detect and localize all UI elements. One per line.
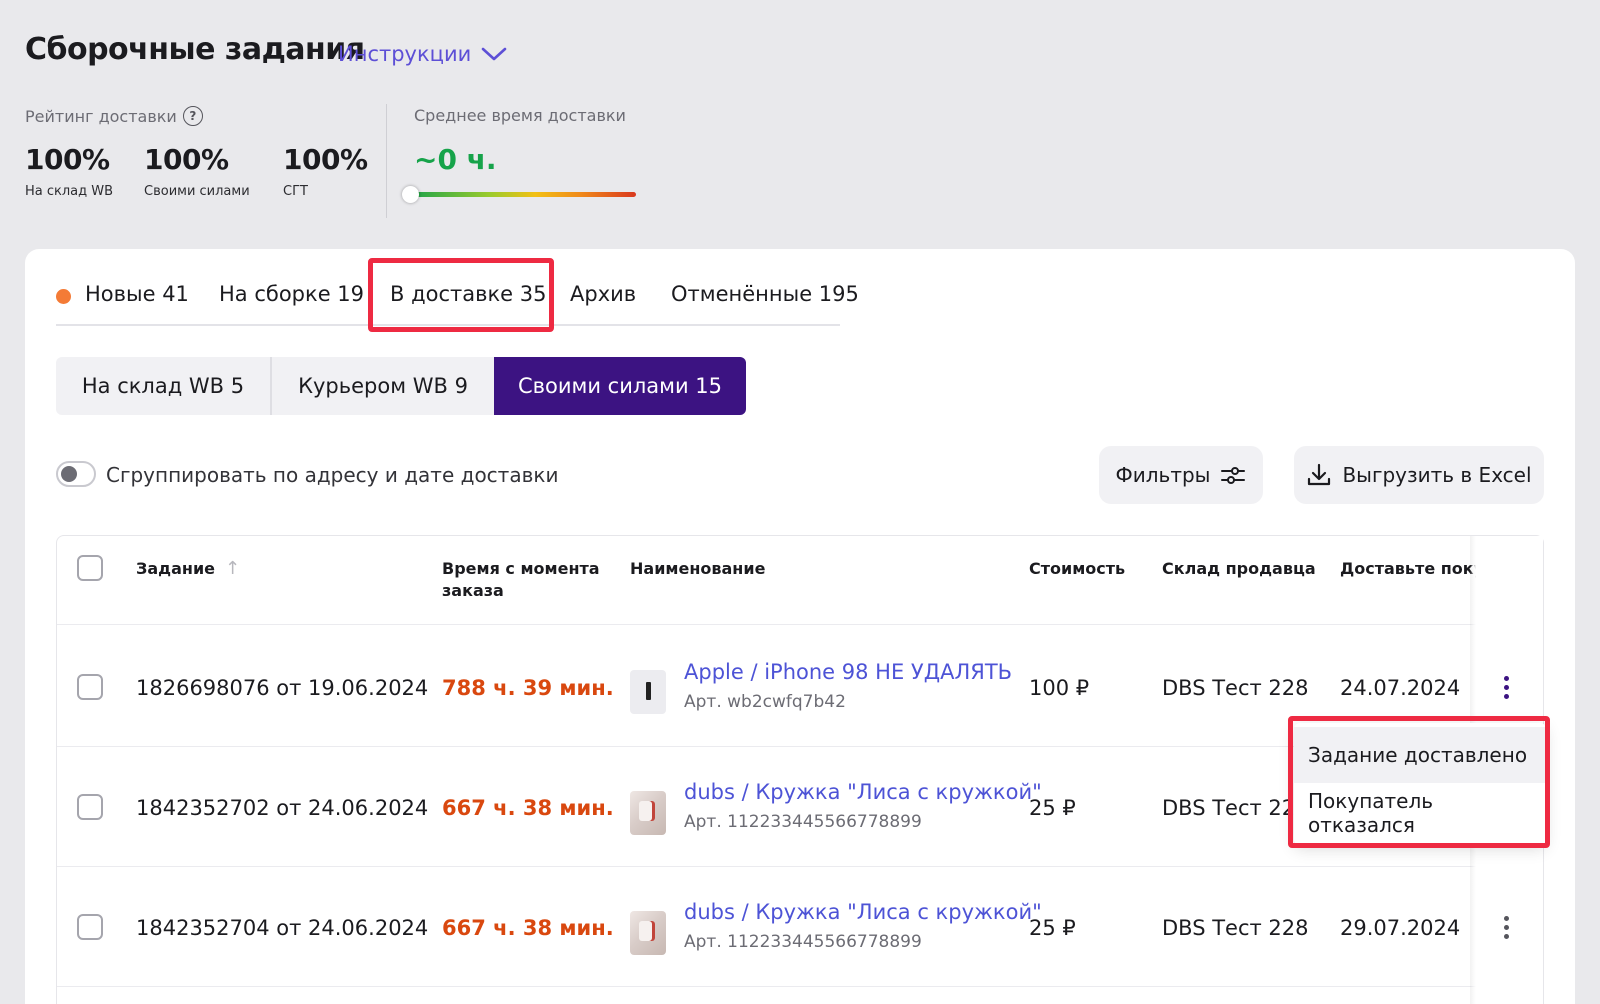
sort-arrow-icon[interactable]: ↑ — [225, 558, 240, 580]
mug-icon — [630, 791, 666, 835]
header-task[interactable]: Задание ↑ — [136, 558, 240, 580]
segment-own-forces[interactable]: Своими силами 15 — [494, 357, 746, 415]
filters-label: Фильтры — [1115, 463, 1211, 487]
tab-archive[interactable]: Архив — [570, 282, 636, 306]
row-checkbox[interactable] — [77, 794, 103, 820]
header-warehouse: Склад продавца — [1162, 559, 1316, 578]
task-id: 1842352702 от 24.06.2024 — [136, 796, 429, 820]
avg-delivery-scale — [412, 192, 636, 197]
metric-sgt: 100% СГТ — [283, 143, 368, 199]
highlight-box-menu — [1288, 716, 1550, 848]
help-icon[interactable]: ? — [182, 106, 203, 126]
instructions-label: Инструкции — [338, 42, 472, 66]
price: 100 ₽ — [1029, 676, 1090, 700]
header-name: Наименование — [630, 559, 766, 578]
elapsed-time: 667 ч. 38 мин. — [442, 916, 614, 940]
price: 25 ₽ — [1029, 796, 1076, 820]
warehouse: DBS Тест 228 — [1162, 916, 1309, 940]
header-time-line2: заказа — [442, 581, 504, 600]
product-link[interactable]: dubs / Кружка "Лиса с кружкой" — [684, 780, 1042, 804]
tab-new[interactable]: Новые 41 — [85, 282, 189, 306]
toggle-knob — [61, 466, 77, 482]
metric-value: 100% — [25, 143, 110, 176]
header-time: Время с момента заказа — [442, 558, 600, 602]
metric-value: 100% — [283, 143, 368, 176]
avg-delivery-indicator — [402, 186, 419, 203]
deliver-date: 24.07.2024 — [1340, 676, 1461, 700]
row-checkbox[interactable] — [77, 914, 103, 940]
phone-icon — [630, 670, 666, 714]
mug-icon — [630, 911, 666, 955]
product-article: Арт. 112233445566778899 — [684, 932, 922, 952]
more-actions-icon[interactable] — [1500, 916, 1512, 944]
instructions-dropdown[interactable]: Инструкции — [338, 42, 507, 66]
product-article: Арт. 112233445566778899 — [684, 812, 922, 832]
group-toggle-label: Сгруппировать по адресу и дате доставки — [106, 463, 559, 487]
new-indicator-dot — [56, 289, 71, 304]
avg-delivery-label: Среднее время доставки — [414, 106, 626, 125]
metric-caption: Своими силами — [144, 184, 250, 199]
sliders-icon — [1221, 467, 1246, 484]
warehouse: DBS Тест 228 — [1162, 796, 1309, 820]
metric-caption: СГТ — [283, 184, 308, 199]
export-label: Выгрузить в Excel — [1342, 463, 1532, 487]
tab-cancelled[interactable]: Отменённые 195 — [671, 282, 859, 306]
row-divider — [57, 986, 1543, 987]
chevron-down-icon — [481, 47, 507, 61]
header-time-line1: Время с момента — [442, 559, 600, 578]
highlight-box-tab — [368, 258, 554, 332]
select-all-checkbox[interactable] — [77, 555, 103, 581]
warehouse: DBS Тест 228 — [1162, 676, 1309, 700]
download-icon — [1308, 463, 1331, 486]
price: 25 ₽ — [1029, 916, 1076, 940]
deliver-date: 29.07.2024 — [1340, 916, 1461, 940]
segment-wb-warehouse[interactable]: На склад WB 5 — [56, 357, 270, 415]
product-article: Арт. wb2cwfq7b42 — [684, 692, 846, 712]
page-title: Сборочные задания — [25, 32, 365, 67]
header-price: Стоимость — [1029, 559, 1126, 578]
metric-wb-warehouse: 100% На склад WB — [25, 143, 113, 199]
row-divider — [57, 866, 1543, 867]
rating-label: Рейтинг доставки ? — [25, 106, 203, 126]
page: Сборочные задания Инструкции Рейтинг дос… — [0, 0, 1600, 1004]
more-actions-icon[interactable] — [1500, 676, 1512, 704]
elapsed-time: 788 ч. 39 мин. — [442, 676, 614, 700]
group-toggle[interactable] — [56, 461, 96, 487]
task-id: 1826698076 от 19.06.2024 — [136, 676, 429, 700]
elapsed-time: 667 ч. 38 мин. — [442, 796, 614, 820]
task-id: 1842352704 от 24.06.2024 — [136, 916, 429, 940]
metric-caption: На склад WB — [25, 184, 114, 199]
metric-value: 100% — [144, 143, 229, 176]
metric-own-forces: 100% Своими силами — [144, 143, 250, 199]
row-divider — [57, 624, 1543, 625]
segment-wb-courier[interactable]: Курьером WB 9 — [272, 357, 494, 415]
metrics-divider — [386, 104, 387, 218]
avg-delivery-value: ~0 ч. — [414, 143, 497, 176]
header-task-label: Задание — [136, 559, 215, 578]
header-deliver: Доставьте поку — [1340, 559, 1485, 578]
product-link[interactable]: dubs / Кружка "Лиса с кружкой" — [684, 900, 1042, 924]
export-excel-button[interactable]: Выгрузить в Excel — [1294, 446, 1544, 504]
rating-label-text: Рейтинг доставки — [25, 106, 177, 126]
filters-button[interactable]: Фильтры — [1099, 446, 1263, 504]
tab-assembly[interactable]: На сборке 19 — [219, 282, 364, 306]
row-checkbox[interactable] — [77, 674, 103, 700]
product-link[interactable]: Apple / iPhone 98 НЕ УДАЛЯТЬ — [684, 660, 1012, 684]
